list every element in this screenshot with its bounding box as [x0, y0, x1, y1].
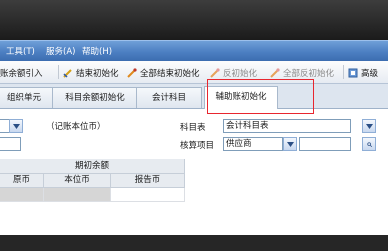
- window-top-area: [0, 0, 388, 40]
- import-balance-button[interactable]: 账余额引入: [0, 66, 43, 79]
- reverse-all-init-label: 全部反初始化: [283, 68, 335, 79]
- opening-balance-grid: 期初余额 原币 本位币 报告币: [0, 159, 388, 235]
- grid-cell[interactable]: [44, 188, 111, 202]
- menu-service[interactable]: 服务(A): [46, 45, 75, 57]
- aux-item-value-field[interactable]: [299, 137, 351, 151]
- highlight-box: [207, 79, 314, 114]
- lookup-icon: [366, 141, 372, 147]
- tab-subject-balance-init[interactable]: 科目余额初始化: [52, 87, 138, 108]
- reverse-init-icon: [210, 67, 220, 78]
- filter-form: （记账本位币） 科目表 会计科目表 核算项目 供应商: [0, 109, 388, 159]
- toolbar-separator: [58, 65, 59, 79]
- grid-cell[interactable]: [111, 188, 185, 202]
- import-balance-label: 账余额引入: [0, 68, 43, 79]
- menu-tools[interactable]: 工具(T): [6, 45, 35, 57]
- finish-init-button[interactable]: 结束初始化: [63, 66, 119, 79]
- reverse-all-init-icon: [270, 67, 280, 78]
- aux-item-value: 供应商: [226, 139, 252, 149]
- subject-table-select[interactable]: 会计科目表: [223, 119, 351, 133]
- currency-dropdown-button[interactable]: [9, 119, 23, 133]
- aux-item-label: 核算项目: [180, 141, 215, 151]
- menu-bar: 工具(T) 服务(A) 帮助(H): [0, 40, 388, 61]
- tab-accounting-subjects[interactable]: 会计科目: [136, 87, 202, 108]
- group-header: 期初余额: [0, 159, 185, 174]
- column-header-original: 原币: [0, 174, 44, 188]
- finish-all-init-icon: [127, 67, 137, 78]
- chevron-down-icon: [286, 141, 294, 147]
- reverse-init-button[interactable]: 反初始化: [210, 66, 257, 79]
- column-header-base: 本位币: [44, 174, 111, 188]
- currency-value-field[interactable]: [0, 137, 21, 151]
- tab-bar: 组织单元 科目余额初始化 会计科目 辅助账初始化: [0, 84, 388, 109]
- tab-org-unit[interactable]: 组织单元: [0, 87, 54, 108]
- reverse-init-label: 反初始化: [223, 68, 258, 79]
- chevron-down-icon: [365, 123, 373, 129]
- aux-item-select[interactable]: 供应商: [223, 137, 283, 151]
- toolbar-separator: [343, 65, 344, 79]
- advanced-button[interactable]: 高级: [348, 66, 378, 79]
- finish-all-init-button[interactable]: 全部结束初始化: [127, 66, 200, 79]
- toolbar: 账余额引入 结束初始化 全部结束初始化 反初始化 全部反初始化 高级: [0, 61, 388, 84]
- currency-note: （记账本位币）: [46, 122, 106, 132]
- window-bottom-area: [0, 235, 388, 251]
- subject-table-dropdown-button[interactable]: [362, 119, 376, 133]
- finish-init-label: 结束初始化: [76, 68, 119, 79]
- chevron-down-icon: [12, 123, 20, 129]
- aux-item-dropdown-button[interactable]: [283, 137, 297, 151]
- reverse-all-init-button[interactable]: 全部反初始化: [270, 66, 334, 79]
- grid-cell[interactable]: [0, 188, 44, 202]
- menu-help[interactable]: 帮助(H): [82, 45, 112, 57]
- advanced-label: 高级: [361, 68, 379, 79]
- subject-table-label: 科目表: [180, 123, 206, 133]
- finish-all-init-label: 全部结束初始化: [140, 68, 200, 79]
- finish-init-icon: [63, 68, 72, 78]
- column-header-report: 报告币: [111, 174, 185, 188]
- aux-item-lookup-button[interactable]: [362, 137, 376, 151]
- advanced-icon: [348, 68, 358, 77]
- subject-table-value: 会计科目表: [226, 121, 269, 131]
